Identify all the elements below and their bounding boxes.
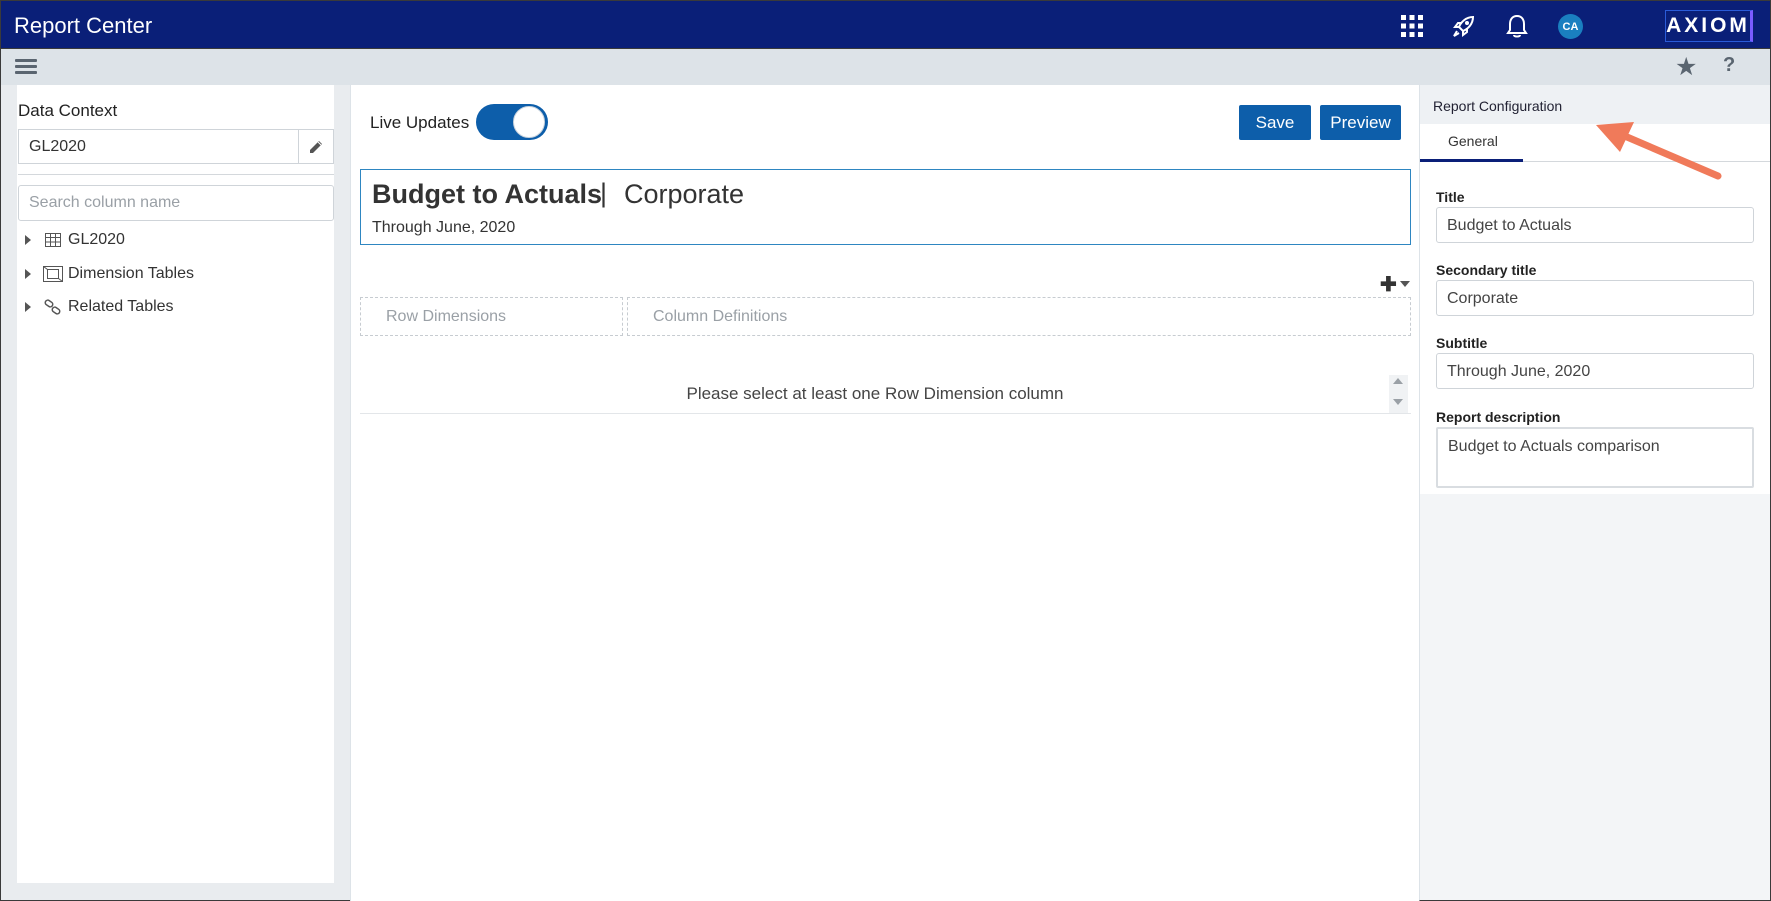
tree-item-label: GL2020 [68,231,125,248]
divider [360,413,1411,414]
subtitle-field[interactable]: Through June, 2020 [1436,353,1754,389]
rocket-icon[interactable] [1447,9,1481,43]
report-description-field[interactable]: Budget to Actuals comparison [1436,427,1754,488]
user-avatar[interactable]: CA [1558,14,1583,39]
scroll-up-icon[interactable] [1393,378,1403,384]
dimension-table-icon [43,266,63,282]
report-subtitle: Through June, 2020 [372,219,516,236]
apps-grid-icon[interactable] [1395,9,1429,43]
axiom-logo: AXIOM [1665,10,1753,42]
data-context-label: Data Context [18,101,118,120]
active-tab-indicator [1420,159,1523,162]
top-bar: Report Center CA AXIOM [0,0,1771,49]
row-dimensions-dropzone[interactable]: Row Dimensions [360,297,623,336]
table-icon [43,232,63,248]
tree-item-related-tables[interactable]: Related Tables [25,295,174,319]
panel-empty-area [1420,494,1770,900]
chevron-down-icon [1399,281,1410,287]
report-title: Budget to Actuals [372,179,603,209]
divider [18,174,334,175]
live-updates-label: Live Updates [370,113,470,132]
report-header-box[interactable]: Budget to Actuals | Corporate Through Ju… [360,169,1411,245]
pencil-icon[interactable] [298,129,334,164]
subtitle-label: Subtitle [1436,335,1488,351]
secondary-title-label: Secondary title [1436,262,1537,278]
expand-caret-icon[interactable] [25,302,31,312]
empty-grid-message: Please select at least one Row Dimension… [686,384,1064,403]
app-title: Report Center [14,13,153,38]
secondary-title-field[interactable]: Corporate [1436,280,1754,316]
preview-button[interactable]: Preview [1320,105,1401,140]
toggle-knob [513,106,545,138]
bell-icon[interactable] [1500,9,1534,43]
report-secondary-title: Corporate [624,179,745,209]
add-dropdown-button[interactable]: ✚ [1380,274,1410,296]
expand-caret-icon[interactable] [25,235,31,245]
callout-arrow-icon [1596,122,1722,180]
search-column-input[interactable] [18,185,334,221]
live-updates-toggle[interactable] [476,104,548,140]
plus-icon: ✚ [1380,273,1397,296]
column-definitions-dropzone[interactable]: Column Definitions [627,297,1411,336]
report-description-label: Report description [1436,409,1561,425]
hamburger-menu-icon[interactable] [15,56,37,78]
expand-caret-icon[interactable] [25,269,31,279]
tree-item-label: Dimension Tables [68,265,194,282]
star-icon[interactable]: ★ [1675,52,1697,82]
help-icon[interactable]: ? [1723,54,1735,77]
title-separator: | [600,178,608,208]
panel-title: Report Configuration [1433,98,1563,114]
title-field[interactable]: Budget to Actuals [1436,207,1754,243]
divider [350,85,351,901]
tree-item-dimension-tables[interactable]: Dimension Tables [25,262,194,286]
scroll-down-icon[interactable] [1393,399,1403,405]
tab-general[interactable]: General [1448,133,1498,149]
sub-toolbar: ★ ? [0,49,1771,85]
save-button[interactable]: Save [1239,105,1311,140]
link-icon [43,299,63,315]
tree-item-label: Related Tables [68,298,174,315]
tree-item-gl2020[interactable]: GL2020 [25,228,125,252]
data-context-field[interactable]: GL2020 [18,129,298,164]
title-label: Title [1436,189,1465,205]
